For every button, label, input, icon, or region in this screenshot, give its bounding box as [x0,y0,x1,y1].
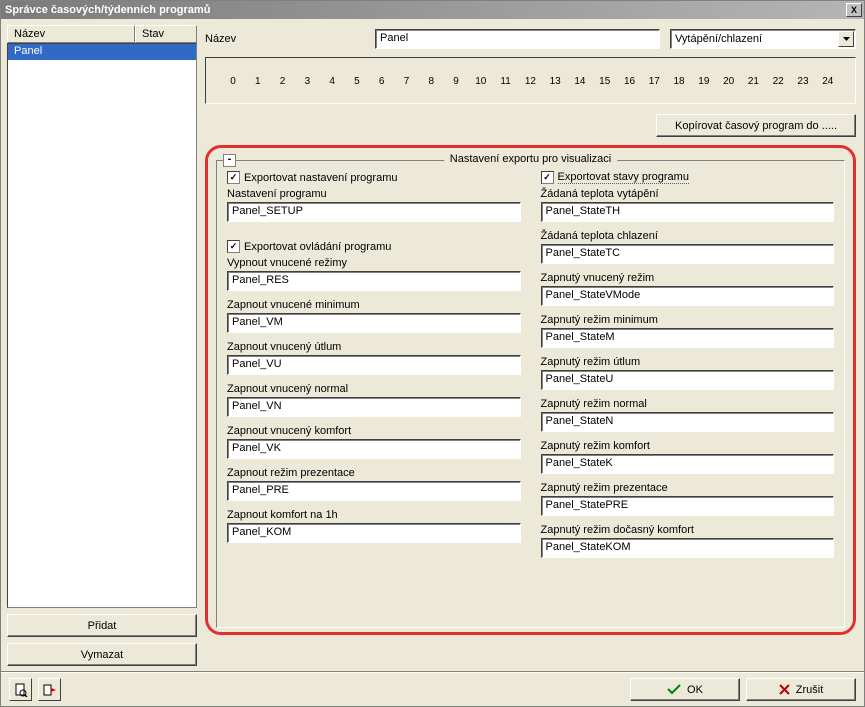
label-vu: Zapnout vnucený útlum [227,341,521,353]
export-icon-button[interactable] [38,678,61,701]
label-state-k: Zapnutý režim komfort [541,440,835,452]
label-settings: Nastavení programu [227,188,521,200]
label-pre: Zapnout režim prezentace [227,467,521,479]
label-res: Vypnout vnucené režimy [227,257,521,269]
program-list[interactable]: Panel [7,43,197,608]
export-group-highlight: - Nastavení exportu pro visualizaci Expo… [205,145,856,635]
input-vu[interactable]: Panel_VU [227,355,521,375]
name-row: Název Panel Vytápění/chlazení [203,25,858,57]
titlebar: Správce časových/týdenních programů X [1,1,864,19]
window-title: Správce časových/týdenních programů [5,4,846,16]
input-state-kom[interactable]: Panel_StateKOM [541,538,835,558]
label-state-kom: Zapnutý režim dočasný komfort [541,524,835,536]
copy-row: Kopírovat časový program do ..... [203,104,858,145]
timeline-box: 0123456789101112131415161718192021222324 [205,57,856,104]
label-state-vmode: Zapnutý vnucený režim [541,272,835,284]
right-panel: Název Panel Vytápění/chlazení 0123456789… [203,25,858,666]
export-left-col: Exportovat nastavení programu Nastavení … [227,169,521,558]
mode-select[interactable]: Vytápění/chlazení [670,29,856,49]
col-state-header[interactable]: Stav [135,25,197,43]
label-vm: Zapnout vnucené minimum [227,299,521,311]
input-pre[interactable]: Panel_PRE [227,481,521,501]
label-state-m: Zapnutý režim minimum [541,314,835,326]
label-kom: Zapnout komfort na 1h [227,509,521,521]
timeline-scale: 0123456789101112131415161718192021222324 [226,64,835,87]
input-vn[interactable]: Panel_VN [227,397,521,417]
manager-window: Správce časových/týdenních programů X Ná… [0,0,865,707]
input-vm[interactable]: Panel_VM [227,313,521,333]
cross-icon [779,684,790,695]
export-right-col: Exportovat stavy programu Žádaná teplota… [541,169,835,558]
collapse-toggle[interactable]: - [223,154,236,167]
checkbox-icon[interactable] [227,240,240,253]
table-header: Název Stav [7,25,197,43]
input-settings[interactable]: Panel_SETUP [227,202,521,222]
input-state-vmode[interactable]: Panel_StateVMode [541,286,835,306]
label-vn: Zapnout vnucený normal [227,383,521,395]
input-vk[interactable]: Panel_VK [227,439,521,459]
chk-export-states[interactable]: Exportovat stavy programu [541,171,835,184]
label-state-tc: Žádaná teplota chlazení [541,230,835,242]
cell-state [134,44,146,60]
close-button[interactable]: X [846,3,862,17]
input-state-th[interactable]: Panel_StateTH [541,202,835,222]
label-state-th: Žádaná teplota vytápění [541,188,835,200]
copy-program-button[interactable]: Kopírovat časový program do ..... [656,114,856,137]
name-input[interactable]: Panel [375,29,660,49]
add-button[interactable]: Přidat [7,614,197,637]
checkbox-icon[interactable] [541,171,554,184]
label-vk: Zapnout vnucený komfort [227,425,521,437]
chk-export-settings[interactable]: Exportovat nastavení programu [227,171,521,184]
input-state-pre[interactable]: Panel_StatePRE [541,496,835,516]
name-label: Název [205,33,365,45]
bottom-bar: OK Zrušit [1,672,864,706]
export-columns: Exportovat nastavení programu Nastavení … [227,169,834,558]
label-state-n: Zapnutý režim normal [541,398,835,410]
export-title: Nastavení exportu pro visualizaci [444,153,617,165]
preview-icon-button[interactable] [9,678,32,701]
input-res[interactable]: Panel_RES [227,271,521,291]
delete-button[interactable]: Vymazat [7,643,197,666]
checkbox-icon[interactable] [227,171,240,184]
col-name-header[interactable]: Název [7,25,135,43]
label-state-u: Zapnutý režim útlum [541,356,835,368]
cell-name: Panel [8,44,134,60]
cancel-button[interactable]: Zrušit [746,678,856,701]
input-state-u[interactable]: Panel_StateU [541,370,835,390]
ok-button[interactable]: OK [630,678,740,701]
label-state-pre: Zapnutý režim prezentace [541,482,835,494]
check-icon [667,684,681,695]
chk-export-control[interactable]: Exportovat ovládání programu [227,240,521,253]
export-fieldset: - Nastavení exportu pro visualizaci Expo… [216,160,845,628]
input-state-m[interactable]: Panel_StateM [541,328,835,348]
input-state-k[interactable]: Panel_StateK [541,454,835,474]
content-area: Název Stav Panel Přidat Vymazat Název Pa… [1,19,864,672]
table-row[interactable]: Panel [8,44,196,60]
left-panel: Název Stav Panel Přidat Vymazat [7,25,197,666]
left-buttons: Přidat Vymazat [7,608,197,666]
magnifier-document-icon [14,683,28,697]
input-state-n[interactable]: Panel_StateN [541,412,835,432]
export-arrow-icon [43,683,57,697]
chevron-down-icon [838,31,854,47]
input-kom[interactable]: Panel_KOM [227,523,521,543]
input-state-tc[interactable]: Panel_StateTC [541,244,835,264]
